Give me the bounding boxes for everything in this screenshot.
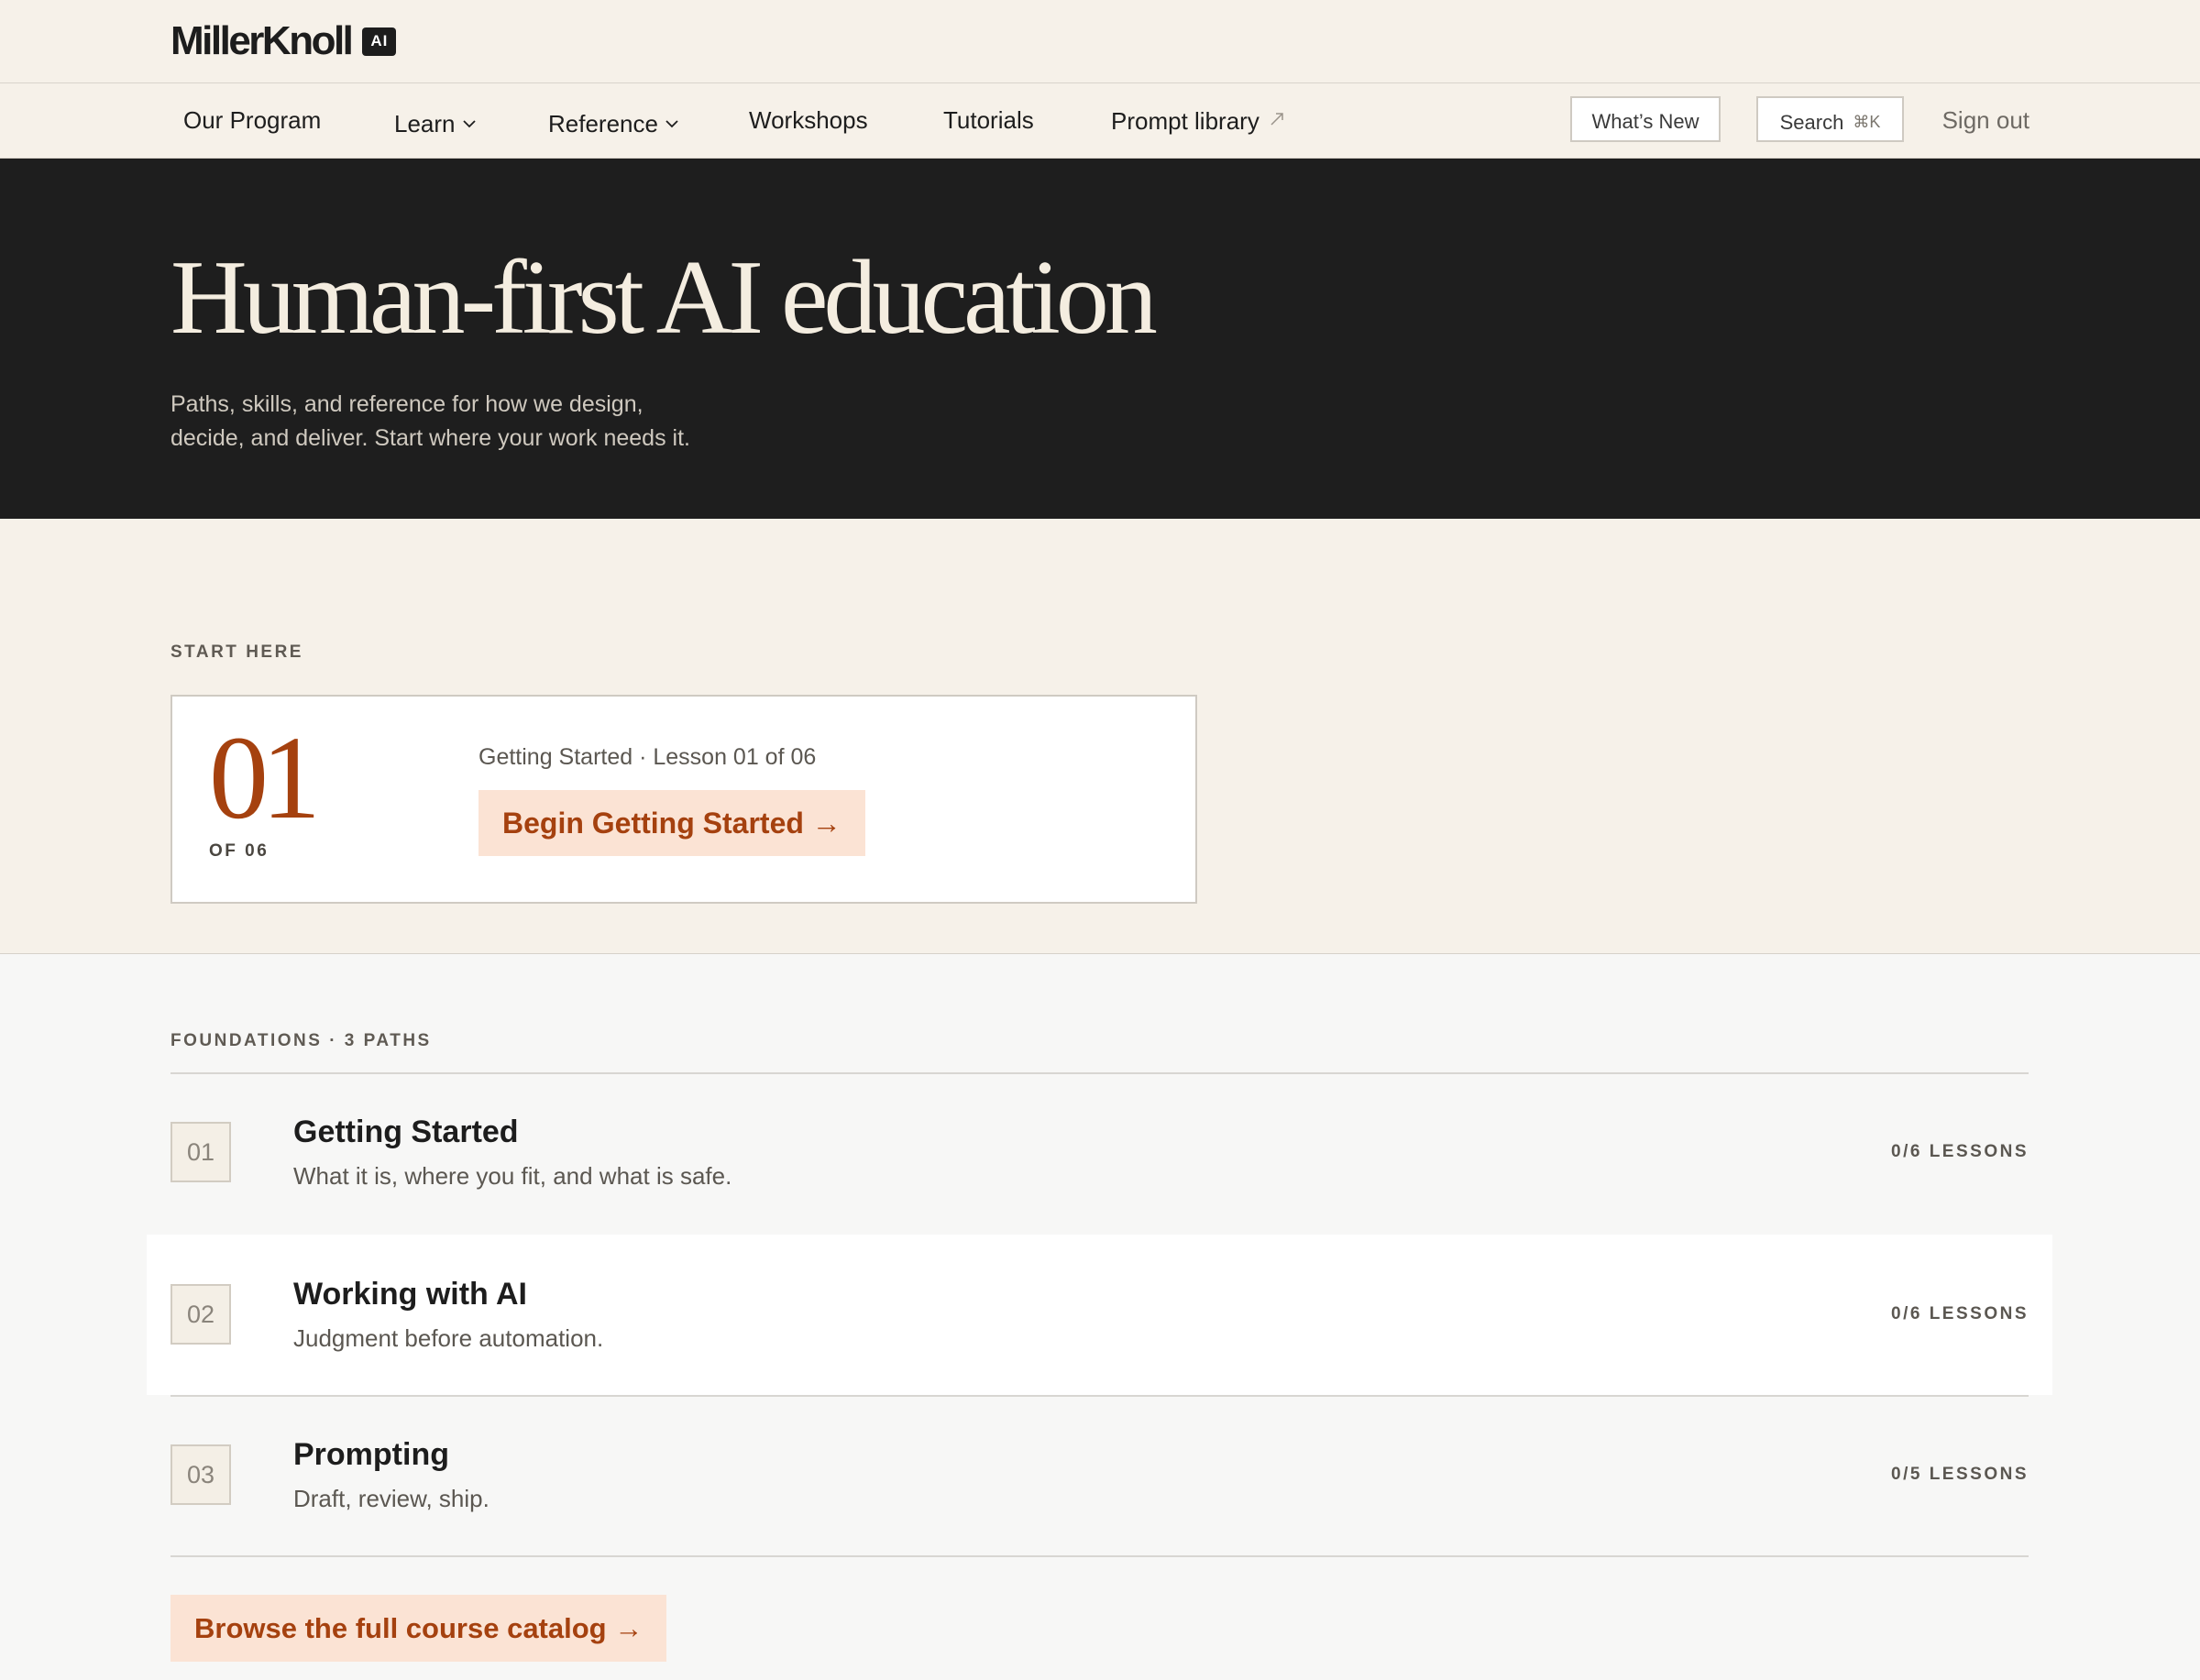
hero: Human-first AI education Paths, skills, … <box>0 159 2200 519</box>
logo[interactable]: MillerKnoll AI <box>170 18 397 64</box>
nav-item-prompt-library[interactable]: Prompt library <box>1111 83 1285 158</box>
path-number: 01 <box>170 1122 231 1182</box>
foundations-eyebrow: FOUNDATIONS · 3 PATHS <box>170 1031 432 1050</box>
divider <box>170 1555 2029 1557</box>
path-lesson-count: 0/5 LESSONS <box>1891 1465 2029 1484</box>
chevron-down-icon <box>666 83 678 158</box>
nav-item-label: Reference <box>548 110 658 137</box>
path-row-getting-started[interactable]: 01 Getting Started What it is, where you… <box>170 1072 2029 1233</box>
path-description: What it is, where you fit, and what is s… <box>293 1162 732 1190</box>
browse-catalog-button[interactable]: Browse the full course catalog → <box>170 1595 667 1662</box>
hero-subtitle: Paths, skills, and reference for how we … <box>170 388 757 456</box>
brand-bar: MillerKnoll AI <box>0 0 2200 83</box>
main-nav: Our Program Learn Reference Workshops Tu… <box>0 83 2200 159</box>
hero-subtitle-line-2: decide, and deliver. Start where your wo… <box>170 425 690 451</box>
external-link-icon <box>1269 83 1285 158</box>
nav-item-label: Workshops <box>749 106 868 134</box>
path-title: Working with AI <box>293 1277 527 1312</box>
ai-badge: AI <box>362 27 397 56</box>
lesson-meta: Getting Started · Lesson 01 of 06 <box>478 744 817 770</box>
path-title: Getting Started <box>293 1115 519 1149</box>
path-number: 02 <box>170 1284 231 1345</box>
whats-new-button[interactable]: What’s New <box>1570 96 1721 142</box>
logo-wordmark: MillerKnoll <box>170 18 354 63</box>
chevron-down-icon <box>462 83 476 158</box>
start-here-eyebrow: START HERE <box>170 642 303 662</box>
search-shortcut: ⌘K <box>1853 113 1881 131</box>
nav-item-reference[interactable]: Reference <box>548 83 678 158</box>
lesson-number: 01 <box>209 712 321 844</box>
nav-item-label: Tutorials <box>943 106 1034 134</box>
nav-item-label: Our Program <box>183 106 322 134</box>
hero-subtitle-line-1: Paths, skills, and reference for how we … <box>170 391 644 417</box>
start-here-section: START HERE 01 OF 06 Getting Started · Le… <box>0 519 2200 954</box>
nav-item-our-program[interactable]: Our Program <box>183 83 321 158</box>
lesson-of-total: OF 06 <box>209 841 270 861</box>
path-description: Draft, review, ship. <box>293 1485 490 1512</box>
path-lesson-count: 0/6 LESSONS <box>1891 1304 2029 1323</box>
path-row-prompting[interactable]: 03 Prompting Draft, review, ship. 0/5 LE… <box>170 1395 2029 1555</box>
nav-item-learn[interactable]: Learn <box>394 83 476 158</box>
path-row-working-with-ai[interactable]: 02 Working with AI Judgment before autom… <box>147 1235 2052 1395</box>
page-title: Human-first AI education <box>170 239 1158 357</box>
path-lesson-count: 0/6 LESSONS <box>1891 1142 2029 1161</box>
path-description: Judgment before automation. <box>293 1324 604 1352</box>
search-button[interactable]: Search ⌘K <box>1756 96 1904 142</box>
sign-out-link[interactable]: Sign out <box>1942 83 2030 158</box>
start-card: 01 OF 06 Getting Started · Lesson 01 of … <box>170 695 1197 904</box>
nav-item-label: Prompt library <box>1111 107 1260 135</box>
nav-item-workshops[interactable]: Workshops <box>749 83 868 158</box>
begin-getting-started-button[interactable]: Begin Getting Started → <box>478 790 865 856</box>
path-number: 03 <box>170 1444 231 1505</box>
nav-item-label: Learn <box>394 110 456 137</box>
nav-item-tutorials[interactable]: Tutorials <box>943 83 1034 158</box>
search-label: Search <box>1779 111 1844 134</box>
path-title: Prompting <box>293 1437 449 1472</box>
